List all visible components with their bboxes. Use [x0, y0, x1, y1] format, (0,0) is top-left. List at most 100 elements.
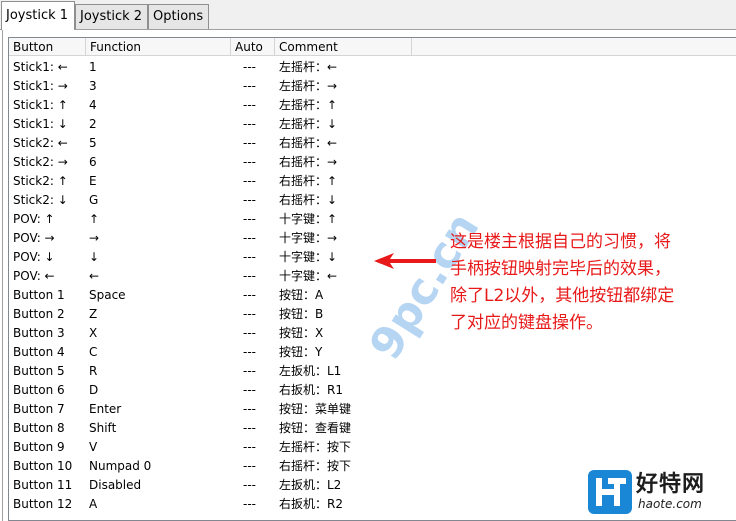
row-auto: ---	[243, 326, 256, 340]
row-comment: 右摇杆：→	[279, 155, 338, 169]
list-row[interactable]: Button 6 D --- 右扳机：R1	[9, 381, 736, 400]
row-button: Button 10	[13, 459, 73, 473]
logo-url: haote.com	[638, 497, 702, 511]
row-auto: ---	[243, 478, 256, 492]
row-auto: ---	[243, 79, 256, 93]
row-function: X	[89, 326, 98, 340]
list-row[interactable]: Stick2: ↓ G --- 右摇杆：↓	[9, 191, 736, 210]
column-header-auto[interactable]: Auto	[231, 38, 275, 56]
row-function: E	[89, 174, 97, 188]
row-comment: 按钮：查看键	[279, 421, 352, 435]
row-comment: 右摇杆：↑	[279, 174, 338, 188]
row-function: 1	[89, 60, 97, 74]
list-row[interactable]: Button 9 V --- 左摇杆：按下	[9, 438, 736, 457]
row-auto: ---	[243, 155, 256, 169]
row-comment: 右摇杆：←	[279, 136, 338, 150]
row-comment: 按钮：Y	[279, 345, 323, 359]
row-comment: 左摇杆：←	[279, 60, 338, 74]
logo-name: 好特网	[636, 472, 706, 497]
row-function: Enter	[89, 402, 122, 416]
row-comment: 十字键：←	[279, 269, 338, 283]
row-button: Button 12	[13, 497, 73, 511]
row-function: R	[89, 364, 98, 378]
row-button: POV: →	[13, 231, 55, 245]
list-row[interactable]: Button 8 Shift --- 按钮：查看键	[9, 419, 736, 438]
list-row[interactable]: Stick2: → 6 --- 右摇杆：→	[9, 153, 736, 172]
list-row[interactable]: Stick1: ↑ 4 --- 左摇杆：↑	[9, 96, 736, 115]
row-function: V	[89, 440, 98, 454]
row-comment: 左摇杆：↓	[279, 117, 338, 131]
row-button: Button 6	[13, 383, 65, 397]
row-button: Button 1	[13, 288, 65, 302]
row-auto: ---	[243, 117, 256, 131]
list-row[interactable]: POV: ↑ ↑ --- 十字键：↑	[9, 210, 736, 229]
row-button: Stick2: →	[13, 155, 68, 169]
tab-joystick-1[interactable]: Joystick 1	[1, 1, 75, 30]
row-comment: 右摇杆：↓	[279, 193, 338, 207]
row-function: D	[89, 383, 99, 397]
row-button: Stick1: ↓	[13, 117, 68, 131]
row-function: Z	[89, 307, 98, 321]
list-row[interactable]: Button 4 C --- 按钮：Y	[9, 343, 736, 362]
row-auto: ---	[243, 231, 256, 245]
list-row[interactable]: Stick2: ↑ E --- 右摇杆：↑	[9, 172, 736, 191]
column-header-comment[interactable]: Comment	[275, 38, 412, 56]
annotation-line: 除了L2以外，其他按钮都绑定	[450, 286, 675, 306]
row-button: Stick1: →	[13, 79, 68, 93]
tab-joystick-2[interactable]: Joystick 2	[75, 4, 148, 29]
row-function: 3	[89, 79, 97, 93]
row-button: Button 4	[13, 345, 65, 359]
list-row[interactable]: Stick2: ← 5 --- 右摇杆：←	[9, 134, 736, 153]
row-button: Stick2: ↑	[13, 174, 68, 188]
row-auto: ---	[243, 60, 256, 74]
row-button: POV: ←	[13, 269, 55, 283]
row-comment: 右扳机：R2	[279, 497, 343, 511]
row-function: Numpad 0	[89, 459, 152, 473]
row-comment: 右摇杆：按下	[279, 459, 352, 473]
row-auto: ---	[243, 421, 256, 435]
row-auto: ---	[243, 440, 256, 454]
tab-options[interactable]: Options	[148, 4, 209, 29]
site-logo: 好特网 haote.com	[586, 466, 736, 521]
row-function: Shift	[89, 421, 117, 435]
list-row[interactable]: Stick1: → 3 --- 左摇杆：→	[9, 77, 736, 96]
column-header-function[interactable]: Function	[86, 38, 231, 56]
row-comment: 左摇杆：↑	[279, 98, 338, 112]
row-function: C	[89, 345, 98, 359]
row-comment: 左摇杆：→	[279, 79, 338, 93]
row-auto: ---	[243, 193, 256, 207]
annotation-note: 这是楼主根据自己的习惯，将 手柄按钮映射完毕后的效果， 除了L2以外，其他按钮都…	[450, 229, 736, 337]
row-function: G	[89, 193, 99, 207]
row-comment: 十字键：↑	[279, 212, 338, 226]
row-button: Stick2: ←	[13, 136, 68, 150]
list-row[interactable]: Button 5 R --- 左扳机：L1	[9, 362, 736, 381]
row-comment: 按钮：A	[279, 288, 324, 302]
row-auto: ---	[243, 269, 256, 283]
row-comment: 按钮：菜单键	[279, 402, 352, 416]
row-function: ←	[89, 269, 100, 283]
list-row[interactable]: Stick1: ↓ 2 --- 左摇杆：↓	[9, 115, 736, 134]
list-row[interactable]: Stick1: ← 1 --- 左摇杆：←	[9, 58, 736, 77]
row-comment: 左摇杆：按下	[279, 440, 352, 454]
row-auto: ---	[243, 250, 256, 264]
row-comment: 左扳机：L1	[279, 364, 342, 378]
column-header-button[interactable]: Button	[9, 38, 86, 56]
row-button: POV: ↓	[13, 250, 55, 264]
row-button: Button 3	[13, 326, 65, 340]
row-function: ↑	[89, 212, 100, 226]
list-row[interactable]: Button 7 Enter --- 按钮：菜单键	[9, 400, 736, 419]
row-comment: 十字键：→	[279, 231, 338, 245]
row-button: Stick1: ←	[13, 60, 68, 74]
row-auto: ---	[243, 497, 256, 511]
row-function: 6	[89, 155, 97, 169]
row-function: ↓	[89, 250, 100, 264]
row-auto: ---	[243, 402, 256, 416]
annotation-line: 了对应的键盘操作。	[450, 313, 603, 333]
row-button: Button 11	[13, 478, 73, 492]
row-button: Button 2	[13, 307, 65, 321]
row-auto: ---	[243, 136, 256, 150]
row-auto: ---	[243, 383, 256, 397]
row-comment: 右扳机：R1	[279, 383, 343, 397]
row-button: Stick1: ↑	[13, 98, 68, 112]
logo-icon	[588, 470, 632, 514]
